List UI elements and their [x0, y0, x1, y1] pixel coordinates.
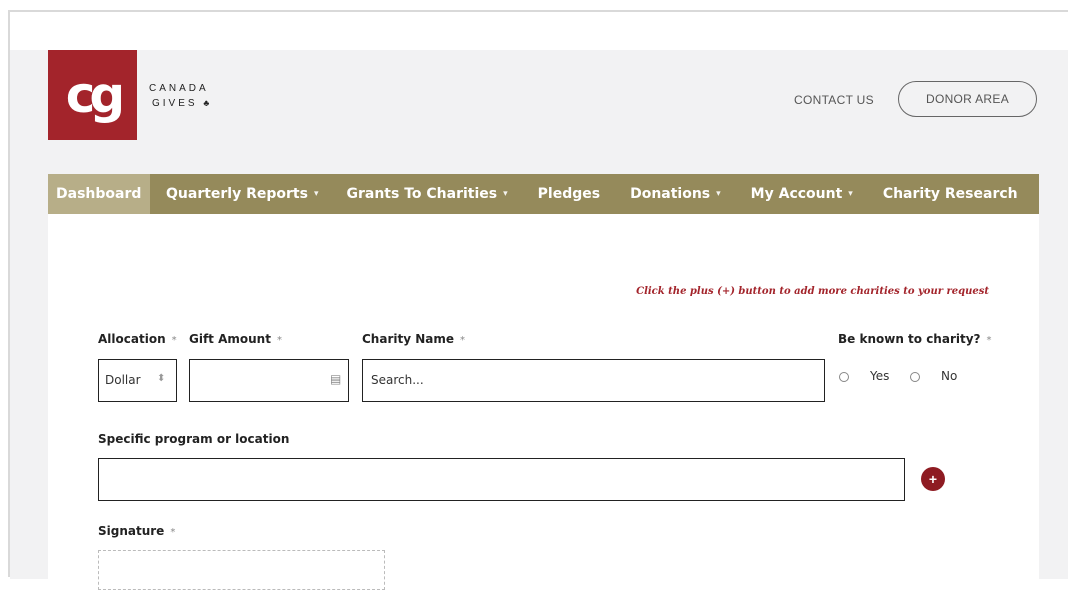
signature-pad[interactable] [98, 550, 385, 590]
maple-leaf-icon: ♣ [203, 98, 210, 108]
nav-item-grants-to-charities[interactable]: Grants To Charities ▾ [339, 174, 516, 214]
signature-label: Signature * [98, 524, 175, 538]
main-nav: Dashboard Quarterly Reports ▾ Grants To … [48, 174, 1039, 214]
gift-amount-input[interactable]: ▤ [189, 359, 349, 402]
label-text: Gift Amount [189, 332, 271, 346]
nav-item-dashboard[interactable]: Dashboard [48, 174, 150, 214]
nav-label: Pledges [537, 186, 601, 202]
allocation-value: Dollar [105, 373, 141, 387]
required-mark: * [986, 335, 992, 346]
specific-program-label: Specific program or location [98, 432, 290, 446]
label-text: Be known to charity? [838, 332, 981, 346]
nav-item-quarterly-reports[interactable]: Quarterly Reports ▾ [158, 174, 327, 214]
gift-amount-label: Gift Amount * [189, 332, 282, 346]
required-mark: * [170, 527, 176, 538]
brand-line-2-text: GIVES [152, 98, 198, 109]
chevron-down-icon: ▾ [313, 189, 319, 199]
browser-frame: cg CANADA GIVES ♣ CONTACT US DONOR AREA … [8, 10, 1068, 590]
nav-label: Quarterly Reports [166, 186, 308, 202]
add-charity-hint: Click the plus (+) button to add more ch… [636, 286, 989, 297]
canada-gives-logo[interactable]: cg [48, 50, 137, 140]
specific-program-input[interactable] [98, 458, 905, 501]
nav-label: Dashboard [56, 186, 142, 202]
charity-name-label: Charity Name * [362, 332, 465, 346]
page-background: cg CANADA GIVES ♣ CONTACT US DONOR AREA … [10, 50, 1068, 590]
required-mark: * [460, 335, 465, 346]
label-text: Allocation [98, 332, 166, 346]
charity-search-placeholder: Search... [371, 373, 424, 387]
gift-request-form: Click the plus (+) button to add more ch… [48, 214, 1039, 590]
nav-item-my-account[interactable]: My Account ▾ [743, 174, 861, 214]
allocation-select[interactable]: Dollar ⬍ [98, 359, 177, 402]
nav-label: Donations [630, 186, 711, 202]
nav-item-pledges[interactable]: Pledges [530, 174, 608, 214]
chevron-down-icon: ▾ [848, 189, 853, 199]
top-strip [10, 12, 1068, 50]
brand-line-2: GIVES ♣ [149, 96, 209, 111]
add-charity-button[interactable]: + [921, 467, 945, 491]
contact-us-link[interactable]: CONTACT US [794, 93, 874, 107]
charity-search-input[interactable]: Search... [362, 359, 825, 402]
known-to-charity-label: Be known to charity? * [838, 332, 992, 346]
radio-no-label: No [941, 369, 958, 383]
chevron-down-icon: ▾ [716, 189, 721, 199]
brand-line-1: CANADA [149, 83, 209, 94]
stepper-icon: ⬍ [157, 373, 166, 384]
nav-item-donations[interactable]: Donations ▾ [622, 174, 729, 214]
logo-mark: cg [65, 66, 125, 124]
label-text: Charity Name [362, 332, 454, 346]
required-mark: * [171, 335, 177, 346]
card-icon: ▤ [330, 372, 342, 386]
chevron-down-icon: ▾ [503, 189, 508, 199]
nav-label: Charity Research [882, 186, 1018, 202]
radio-yes-label: Yes [870, 369, 890, 383]
allocation-label: Allocation * [98, 332, 177, 346]
nav-item-charity-research[interactable]: Charity Research [875, 174, 1026, 214]
nav-label: Grants To Charities [346, 186, 498, 202]
plus-icon: + [928, 471, 938, 487]
nav-label: My Account [750, 186, 843, 202]
radio-no[interactable] [910, 372, 920, 382]
brand-name: CANADA GIVES ♣ [149, 82, 209, 111]
label-text: Signature [98, 524, 165, 538]
donor-area-button[interactable]: DONOR AREA [898, 81, 1037, 117]
radio-yes[interactable] [839, 372, 849, 382]
required-mark: * [276, 335, 282, 346]
